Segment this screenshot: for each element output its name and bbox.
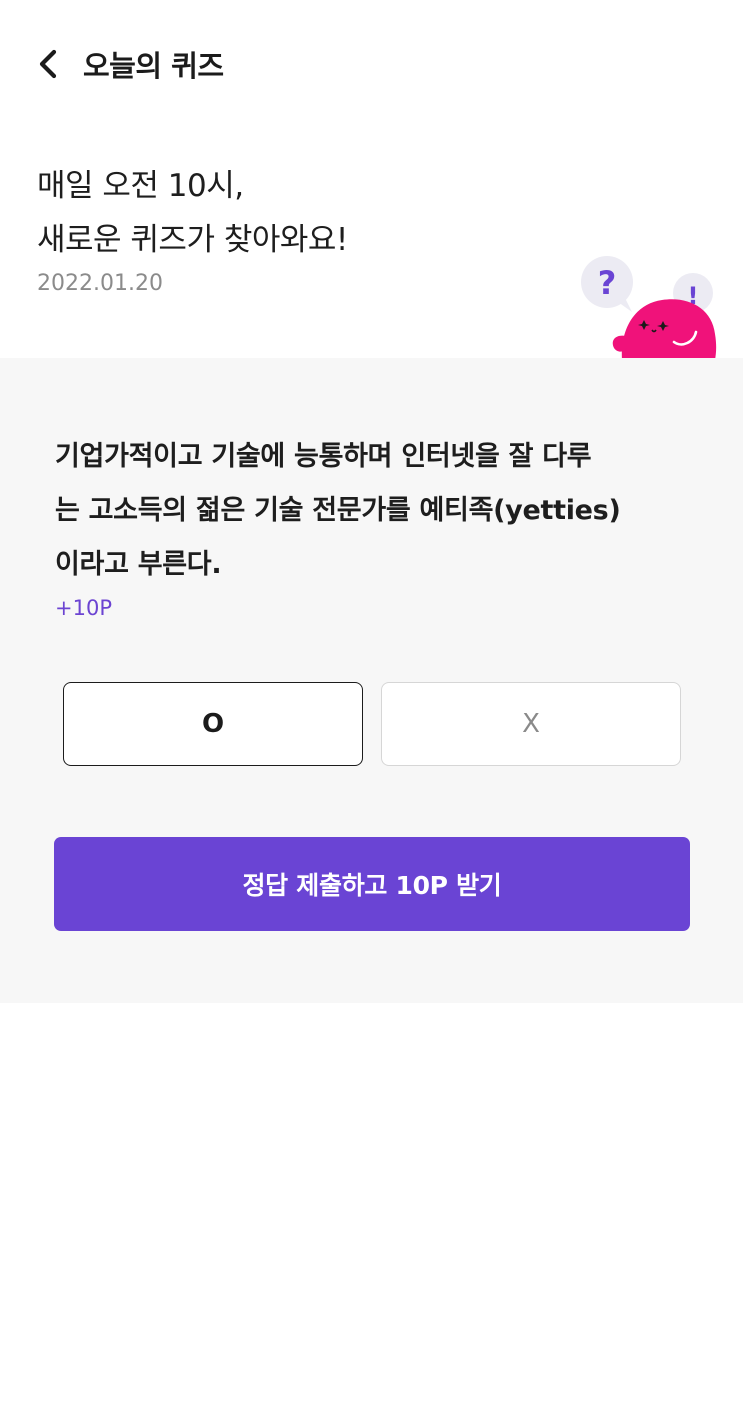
question-mark-icon: ? <box>598 264 617 302</box>
quiz-date: 2022.01.20 <box>37 271 163 296</box>
submit-answer-button[interactable]: 정답 제출하고 10P 받기 <box>54 837 690 931</box>
intro-headline-line-2: 새로운 퀴즈가 찾아와요! <box>37 222 348 258</box>
quiz-question: 기업가적이고 기술에 능통하며 인터넷을 잘 다루 는 고소득의 젊은 기술 전… <box>55 430 695 592</box>
submit-answer-label: 정답 제출하고 10P 받기 <box>242 871 502 900</box>
answer-x-button[interactable]: X <box>381 682 681 766</box>
back-button[interactable] <box>28 44 68 88</box>
quiz-question-line: 는 고소득의 젊은 기술 전문가를 예티족(yetties) <box>55 495 621 526</box>
quiz-panel: 기업가적이고 기술에 능통하며 인터넷을 잘 다루 는 고소득의 젊은 기술 전… <box>0 358 743 1003</box>
reward-points-label: +10P <box>55 596 112 620</box>
answer-o-label: O <box>201 709 225 739</box>
intro-headline-line-1: 매일 오전 10시, <box>37 168 244 204</box>
answer-x-label: X <box>522 709 540 739</box>
quiz-mascot-illustration: ? ! <box>570 250 743 360</box>
quiz-question-line: 이라고 부른다. <box>55 549 222 580</box>
quiz-page: 오늘의 퀴즈 매일 오전 10시, 새로운 퀴즈가 찾아와요! 2022.01.… <box>0 0 743 1421</box>
page-title: 오늘의 퀴즈 <box>83 49 224 83</box>
answer-o-button[interactable]: O <box>63 682 363 766</box>
quiz-question-line: 기업가적이고 기술에 능통하며 인터넷을 잘 다루 <box>55 441 592 472</box>
top-bar: 오늘의 퀴즈 <box>0 0 743 132</box>
chevron-left-icon <box>37 49 59 83</box>
mascot-arm <box>612 335 628 352</box>
